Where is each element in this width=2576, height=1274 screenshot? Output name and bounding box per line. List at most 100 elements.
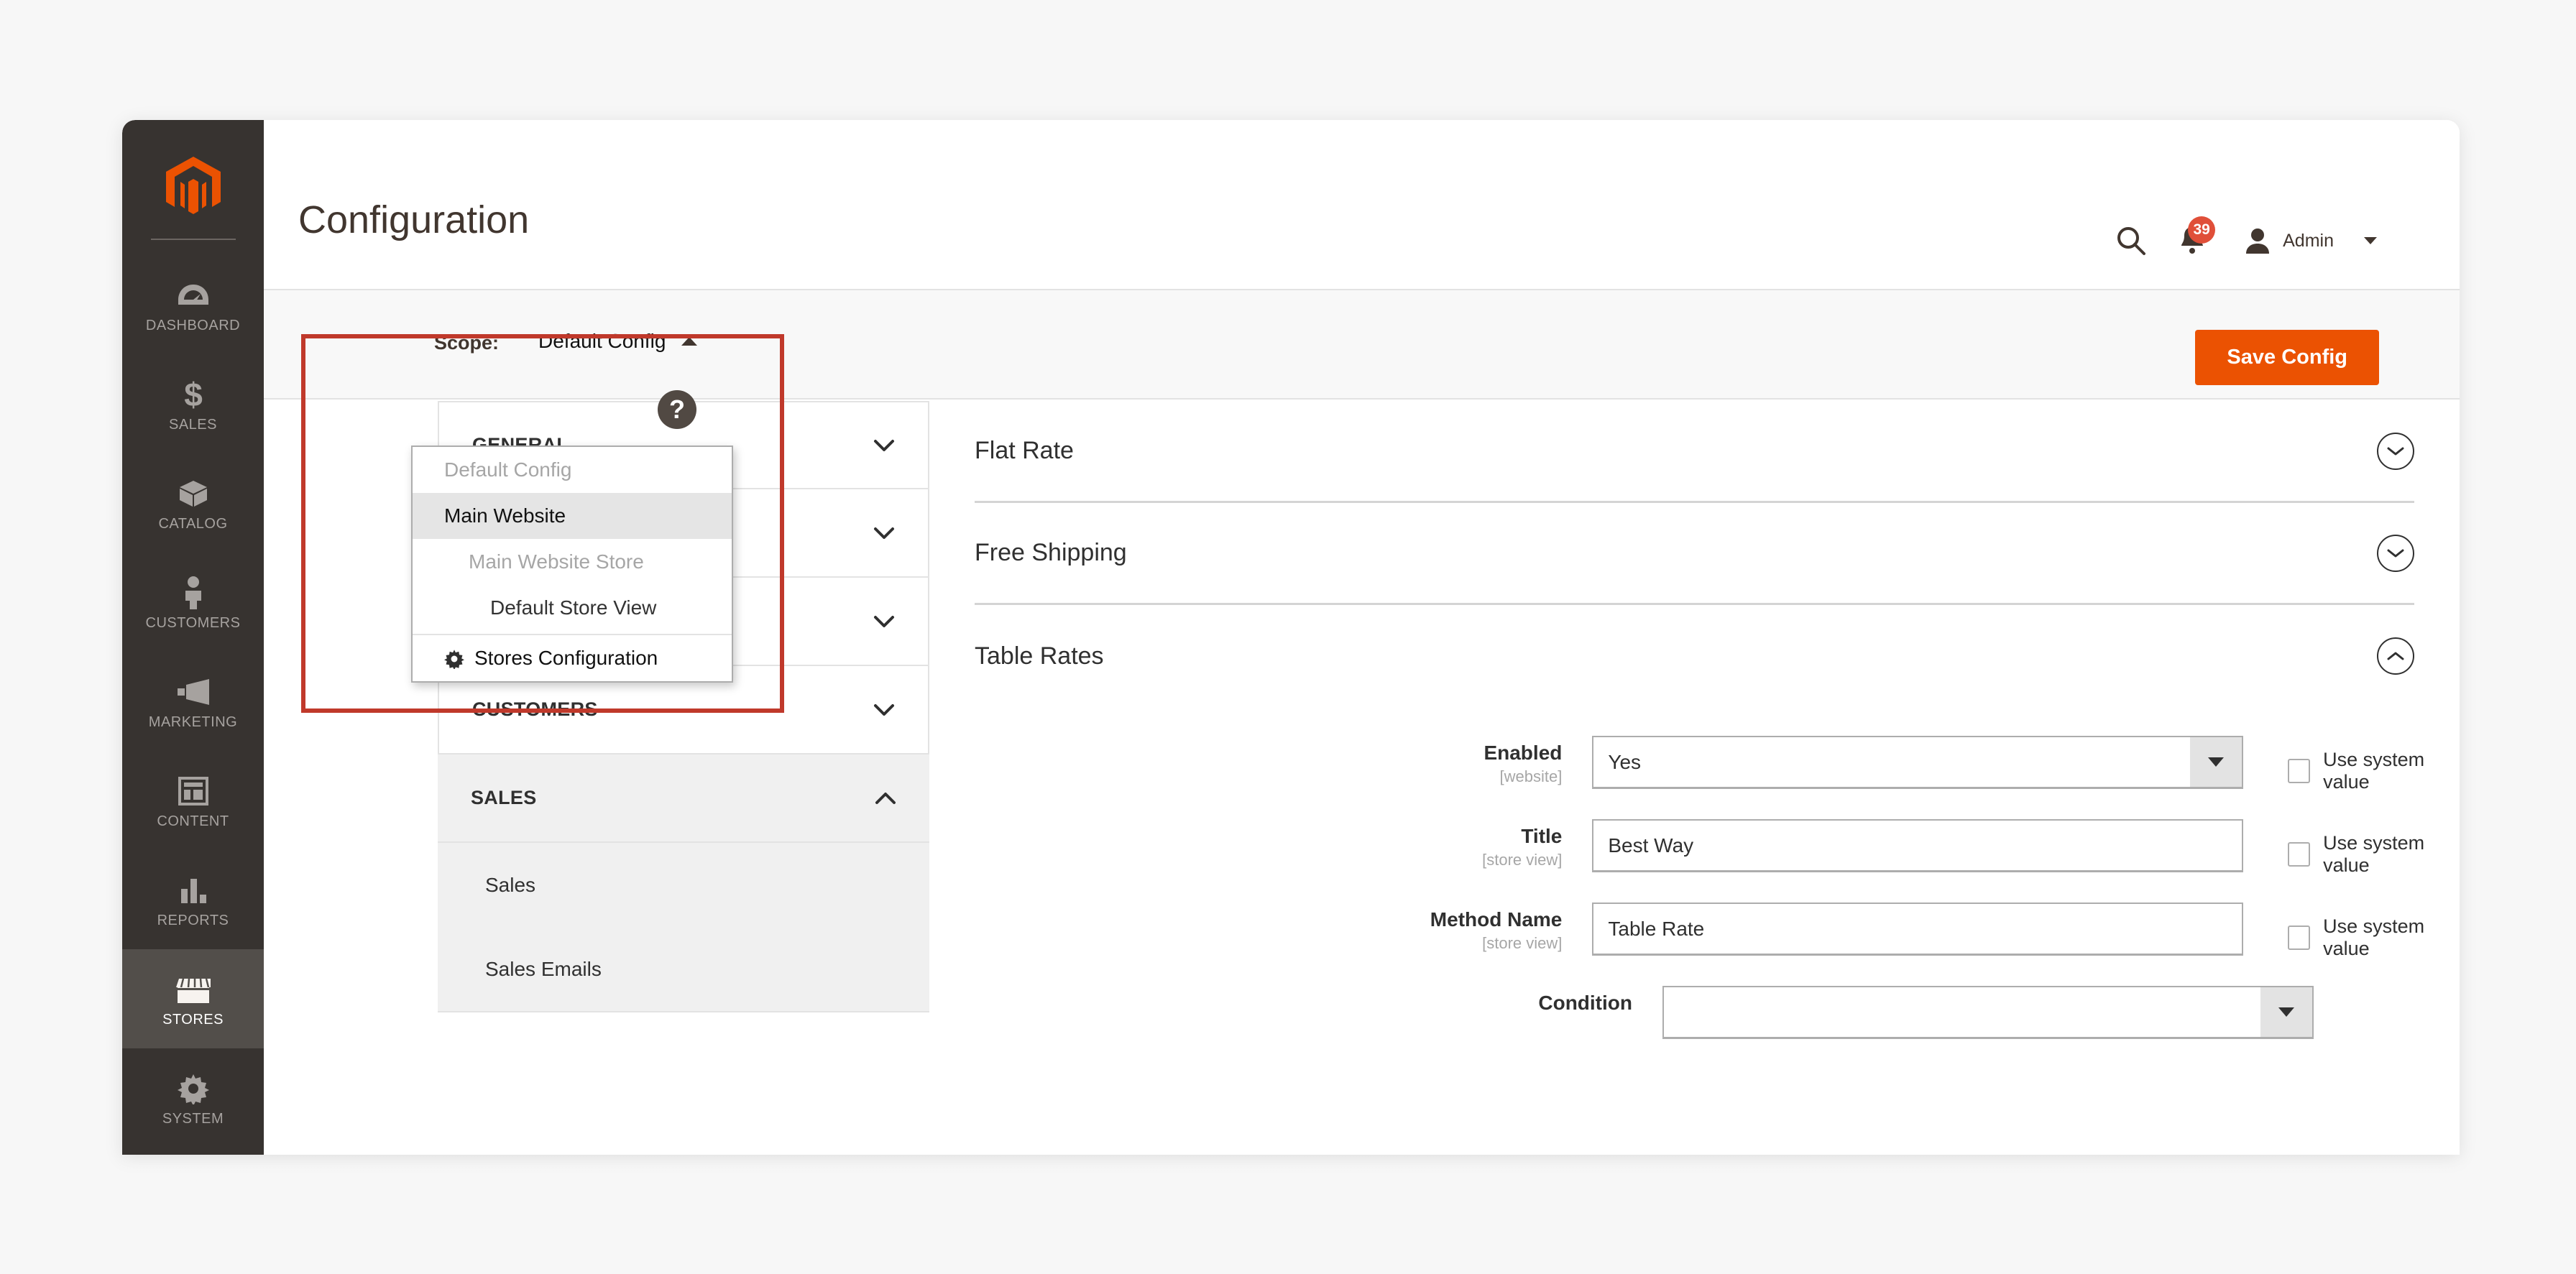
config-subsection-list: Sales Sales Emails (438, 843, 929, 1012)
use-system-value-enabled: Use system value (2243, 736, 2460, 793)
config-content-panel: Flat Rate Free Shipping Table Rates Enab… (929, 401, 2460, 1155)
shipping-group-label: Free Shipping (975, 539, 1127, 566)
sidebar-item-label: REPORTS (157, 912, 229, 928)
save-config-button[interactable]: Save Config (2195, 330, 2379, 385)
enabled-select-value: Yes (1608, 750, 1642, 773)
sidebar-item-marketing[interactable]: MARKETING (122, 652, 264, 751)
config-section-label: SALES (471, 787, 537, 808)
enabled-select[interactable]: Yes (1592, 736, 2244, 789)
field-control-condition (1662, 986, 2317, 1039)
config-section-sales[interactable]: SALES (438, 754, 929, 843)
scope-menu-item-stores-configuration[interactable]: Stores Configuration (413, 635, 732, 681)
gear-icon (177, 1069, 209, 1108)
use-system-value-checkbox[interactable] (2288, 842, 2311, 867)
user-avatar-icon (2246, 229, 2270, 254)
scope-label: Scope: (434, 332, 500, 354)
gear-icon (444, 648, 464, 670)
sidebar-item-catalog[interactable]: CATALOG (122, 453, 264, 553)
config-subitem-sales-emails[interactable]: Sales Emails (438, 927, 929, 1011)
sidebar-item-label: CATALOG (158, 515, 228, 532)
sidebar-item-label: CONTENT (157, 813, 229, 829)
use-system-value-checkbox[interactable] (2288, 759, 2311, 783)
chevron-down-icon (873, 615, 895, 628)
field-label-enabled: Enabled [website] (929, 736, 1592, 786)
page-title: Configuration (298, 198, 530, 241)
scope-menu-item-main-website[interactable]: Main Website (413, 493, 732, 539)
use-system-value-checkbox[interactable] (2288, 926, 2311, 950)
field-label-text: Enabled (1484, 742, 1563, 764)
field-label-method-name: Method Name [store view] (929, 903, 1592, 953)
sidebar-item-system[interactable]: SYSTEM (122, 1048, 264, 1148)
use-system-value-label: Use system value (2323, 749, 2425, 793)
sidebar-nav-list: DASHBOARD $ SALES CATALOG CUSTOMERS MARK… (122, 255, 264, 1148)
field-control-enabled: Yes (1592, 736, 2244, 789)
notification-count-badge: 39 (2188, 216, 2216, 244)
sidebar-item-label: DASHBOARD (145, 317, 241, 333)
admin-name-label: Admin (2283, 230, 2334, 251)
scope-switcher[interactable]: Default Config (538, 330, 698, 353)
notifications-button[interactable]: 39 (2158, 216, 2227, 261)
question-mark-icon[interactable]: ? (658, 390, 696, 429)
shipping-group-flat-rate[interactable]: Flat Rate (975, 401, 2414, 503)
title-input[interactable]: Best Way (1592, 819, 2244, 872)
sidebar-item-label: SALES (169, 416, 217, 433)
field-row-title: Title [store view] Best Way Use system v… (929, 819, 2460, 882)
field-label-text: Title (1521, 825, 1563, 847)
field-row-condition: Condition (929, 986, 2460, 1049)
select-arrow-down-icon (2190, 737, 2242, 787)
use-system-value-label: Use system value (2323, 832, 2425, 876)
use-system-value-label: Use system value (2323, 915, 2425, 959)
field-label-title: Title [store view] (929, 819, 1592, 869)
scope-menu-item-default-config[interactable]: Default Config (413, 447, 732, 493)
scope-menu-item-default-store-view[interactable]: Default Store View (413, 585, 732, 631)
shipping-group-table-rates[interactable]: Table Rates (975, 605, 2414, 707)
shipping-group-label: Flat Rate (975, 437, 1074, 464)
sidebar-item-customers[interactable]: CUSTOMERS (122, 553, 264, 652)
method-name-input[interactable]: Table Rate (1592, 903, 2244, 956)
sidebar-item-dashboard[interactable]: DASHBOARD (122, 255, 264, 354)
caret-down-icon (2364, 237, 2377, 244)
sidebar-item-label: CUSTOMERS (145, 614, 241, 631)
config-section-label: CUSTOMERS (472, 698, 598, 720)
dashboard-gauge-icon (177, 276, 210, 315)
sidebar-item-stores[interactable]: STORES (122, 949, 264, 1048)
sidebar-divider (151, 239, 236, 240)
scope-menu-item-main-website-store[interactable]: Main Website Store (413, 539, 732, 585)
field-label-text: Method Name (1430, 908, 1563, 931)
scope-selected-value: Default Config (538, 330, 666, 352)
sidebar-item-content[interactable]: CONTENT (122, 751, 264, 850)
chevron-down-icon (873, 527, 895, 540)
circle-chevron-up-icon (2377, 637, 2414, 675)
field-label-condition: Condition (929, 986, 1662, 1015)
condition-select[interactable] (1662, 986, 2314, 1039)
bottom-fade-overlay (0, 1155, 2576, 1274)
field-row-method-name: Method Name [store view] Table Rate Use … (929, 903, 2460, 966)
magento-logo-icon[interactable] (122, 147, 264, 226)
admin-menu-button[interactable]: Admin (2244, 226, 2377, 255)
page-header: Configuration 39 Admin (264, 120, 2460, 289)
config-subitem-sales[interactable]: Sales (438, 843, 929, 927)
chevron-up-icon (875, 792, 896, 805)
sidebar-item-reports[interactable]: REPORTS (122, 850, 264, 949)
magento-logo-glyph (165, 157, 221, 214)
box-package-icon (177, 474, 210, 513)
circle-chevron-down-icon (2377, 534, 2414, 572)
field-scope-text: [store view] (1482, 851, 1563, 869)
chevron-down-icon (873, 703, 895, 716)
sidebar-item-label: SYSTEM (162, 1110, 224, 1127)
shipping-group-free-shipping[interactable]: Free Shipping (975, 503, 2414, 605)
caret-up-icon (681, 337, 698, 346)
field-scope-text: [website] (1499, 767, 1563, 785)
field-scope-text: [store view] (1482, 934, 1563, 952)
storefront-icon (175, 970, 211, 1009)
bar-chart-icon (178, 871, 208, 910)
sidebar-item-label: STORES (162, 1011, 224, 1028)
shipping-group-label: Table Rates (975, 642, 1104, 670)
layout-page-icon (178, 772, 208, 811)
select-arrow-down-icon (2260, 987, 2312, 1037)
field-label-text: Condition (1538, 992, 1632, 1014)
field-control-method-name: Table Rate (1592, 903, 2244, 956)
search-icon[interactable] (2104, 221, 2158, 261)
sidebar-item-sales[interactable]: $ SALES (122, 354, 264, 453)
scope-bar: Scope: Default Config Save Config (264, 289, 2460, 400)
